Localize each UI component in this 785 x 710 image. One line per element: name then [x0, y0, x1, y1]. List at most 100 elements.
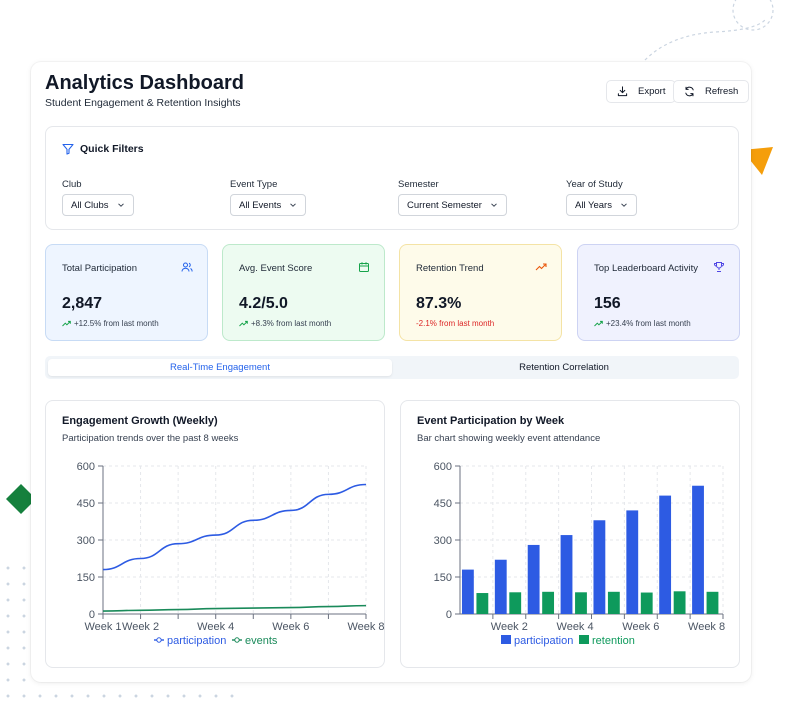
chevron-down-icon [621, 203, 627, 207]
refresh-button[interactable]: Refresh [673, 80, 750, 103]
metric-value: 156 [594, 295, 621, 312]
bar-retention [673, 591, 686, 614]
metric-label: Total Participation [62, 263, 137, 274]
calendar-icon [359, 262, 369, 272]
metric-change: +23.4% from last month [594, 319, 691, 328]
club-select-value: All Clubs [71, 199, 109, 211]
engagement-growth-card: Engagement Growth (Weekly) Participation… [45, 400, 385, 668]
legend-label: retention [592, 635, 635, 647]
page-title: Analytics Dashboard [45, 72, 244, 94]
y-tick-label: 150 [434, 572, 452, 584]
metric-card-top-leaderboard: Top Leaderboard Activity 156 +23.4% from… [577, 244, 740, 341]
club-select[interactable]: All Clubs [62, 194, 134, 216]
y-tick-label: 600 [77, 461, 95, 473]
metric-value: 2,847 [62, 295, 103, 312]
quick-filters-panel: Quick Filters Club All Clubs Event Type … [45, 126, 739, 230]
y-tick-label: 450 [77, 498, 95, 510]
y-tick-label: 600 [434, 461, 452, 473]
trending-up-icon [594, 320, 603, 327]
y-tick-label: 300 [434, 535, 452, 547]
x-tick-label: Week 6 [622, 621, 659, 633]
x-tick-label: Week 2 [491, 621, 528, 633]
legend-marker [156, 637, 162, 643]
quick-filters-title: Quick Filters [80, 143, 144, 155]
decor-dashed-circle [644, 0, 774, 61]
metric-card-avg-event-score: Avg. Event Score 4.2/5.0 +8.3% from last… [222, 244, 385, 341]
legend-marker [234, 637, 240, 643]
event-type-select[interactable]: All Events [230, 194, 307, 216]
y-tick-label: 450 [434, 498, 452, 510]
bar-retention [476, 593, 489, 614]
chart-subtitle: Participation trends over the past 8 wee… [62, 433, 239, 444]
semester-select[interactable]: Current Semester [398, 194, 507, 216]
legend-label: events [245, 635, 278, 647]
y-tick-label: 300 [77, 535, 95, 547]
trending-up-icon [535, 263, 547, 271]
bar-retention [542, 591, 555, 614]
view-tabs: Real-Time Engagement Retention Correlati… [45, 356, 739, 379]
legend-swatch [579, 635, 589, 644]
event-participation-bar-chart: 0 150 300 450 600 Week 2 Week 4 Week 6 Week 8 par… [434, 461, 725, 647]
tab-retention-correlation[interactable]: Retention Correlation [392, 359, 736, 376]
year-select-value: All Years [575, 199, 612, 211]
legend-label: participation [514, 635, 573, 647]
trophy-icon [713, 262, 725, 272]
y-tick-label: 0 [89, 609, 95, 621]
x-tick-label: Week 1 [84, 621, 121, 633]
metric-change-text: +12.5% from last month [74, 319, 159, 328]
chevron-down-icon [491, 203, 497, 207]
filter-event-type: Event Type All Events [230, 179, 307, 216]
engagement-line-chart: 0 150 300 450 600 Week 1 Week 2 Week 4 Week 6 Wee… [77, 461, 385, 647]
series-line-events [102, 604, 367, 612]
filter-club-label: Club [62, 179, 82, 190]
quick-filters-heading: Quick Filters [62, 143, 144, 155]
bar-retention [509, 592, 522, 614]
legend-swatch [501, 635, 511, 644]
export-button[interactable]: Export [606, 80, 677, 103]
metric-change-text: +23.4% from last month [606, 319, 691, 328]
year-select[interactable]: All Years [566, 194, 637, 216]
filter-icon [62, 143, 74, 155]
bar-participation [692, 485, 704, 614]
x-tick-label: Week 8 [347, 621, 384, 633]
chevron-down-icon [117, 203, 124, 207]
dashboard-panel: Analytics Dashboard Student Engagement &… [31, 62, 751, 682]
export-label: Export [638, 86, 666, 97]
page-subtitle: Student Engagement & Retention Insights [45, 97, 241, 109]
y-tick-label: 150 [77, 572, 95, 584]
legend-label: participation [167, 635, 226, 647]
metric-value: 4.2/5.0 [239, 295, 288, 312]
chevron-down-icon [290, 203, 297, 207]
metric-card-retention-trend: Retention Trend 87.3% -2.1% from last mo… [399, 244, 562, 341]
users-icon [181, 262, 193, 272]
chart-title: Engagement Growth (Weekly) [62, 415, 218, 427]
chart-subtitle: Bar chart showing weekly event attendanc… [417, 433, 601, 444]
metric-change: -2.1% from last month [416, 319, 494, 328]
bar-retention [640, 592, 653, 614]
download-icon [617, 86, 628, 97]
bar-participation [461, 569, 474, 614]
x-tick-label: Week 6 [272, 621, 309, 633]
metric-change: +8.3% from last month [239, 319, 331, 328]
tab-real-time-engagement[interactable]: Real-Time Engagement [48, 359, 392, 376]
x-tick-label: Week 2 [122, 621, 159, 633]
x-tick-label: Week 8 [688, 621, 725, 633]
metric-label: Avg. Event Score [239, 263, 313, 274]
bar-participation [659, 495, 672, 614]
bar-participation [593, 520, 606, 614]
refresh-label: Refresh [705, 86, 739, 97]
filter-semester-label: Semester [398, 179, 439, 190]
filter-year-of-study: Year of Study All Years [566, 179, 637, 216]
filter-year-label: Year of Study [566, 179, 623, 190]
bar-retention [706, 591, 719, 614]
chart-title: Event Participation by Week [417, 415, 565, 427]
event-participation-card: Event Participation by Week Bar chart sh… [400, 400, 740, 668]
trending-up-icon [239, 320, 248, 327]
filter-event-type-label: Event Type [230, 179, 278, 190]
semester-select-value: Current Semester [407, 199, 482, 211]
series-line-participation [102, 483, 367, 571]
filter-club: Club All Clubs [62, 179, 134, 216]
bar-participation [527, 544, 540, 614]
metric-change-text: -2.1% from last month [416, 319, 495, 328]
refresh-icon [685, 86, 694, 97]
